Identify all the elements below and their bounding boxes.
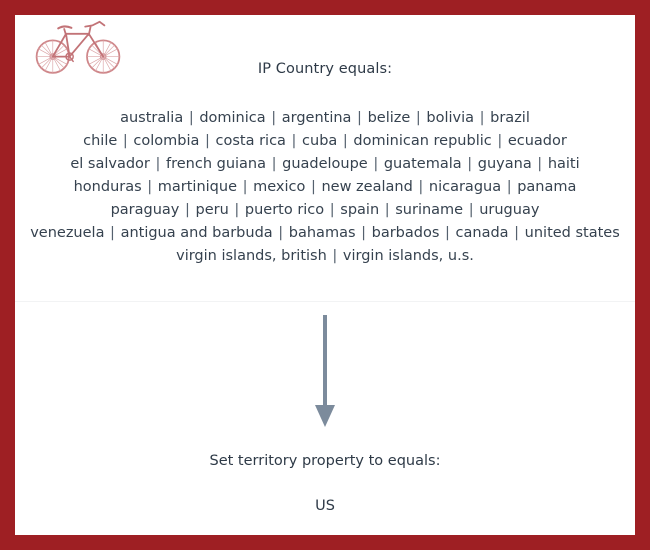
country-separator: | [475, 110, 490, 126]
country-separator: | [267, 156, 282, 172]
country-value: guadeloupe [282, 156, 368, 172]
country-separator: | [306, 179, 321, 195]
country-list: australia | dominica | argentina | beliz… [15, 107, 635, 268]
country-separator: | [413, 179, 428, 195]
country-value: peru [195, 202, 229, 218]
country-value: guatemala [383, 156, 462, 172]
country-value: united states [524, 225, 620, 241]
country-line: honduras | martinique | mexico | new zea… [15, 176, 635, 199]
country-separator: | [142, 179, 157, 195]
country-value: new zealand [321, 179, 413, 195]
country-value: el salvador [70, 156, 150, 172]
country-value: barbados [371, 225, 440, 241]
country-value: colombia [133, 133, 200, 149]
country-separator: | [266, 110, 281, 126]
country-value: puerto rico [244, 202, 325, 218]
country-separator: | [440, 225, 455, 241]
country-value: antigua and barbuda [120, 225, 273, 241]
country-value: paraguay [110, 202, 180, 218]
action-title: Set territory property to equals: [209, 453, 441, 469]
country-value: uruguay [479, 202, 540, 218]
country-separator: | [200, 133, 215, 149]
country-separator: | [286, 133, 302, 149]
country-value: belize [367, 110, 411, 126]
country-value: argentina [281, 110, 352, 126]
country-value: australia [120, 110, 184, 126]
country-value: french guiana [165, 156, 266, 172]
country-separator: | [368, 156, 383, 172]
country-value: haiti [547, 156, 580, 172]
country-value: brazil [490, 110, 530, 126]
downward-arrow-icon [310, 315, 340, 427]
country-value: ecuador [507, 133, 567, 149]
country-value: costa rica [215, 133, 286, 149]
country-separator: | [327, 248, 342, 264]
country-separator: | [532, 156, 547, 172]
country-line: virgin islands, british | virgin islands… [15, 245, 635, 268]
country-separator: | [238, 179, 253, 195]
country-value: guyana [477, 156, 532, 172]
country-separator: | [180, 202, 195, 218]
country-separator: | [184, 110, 199, 126]
country-separator: | [150, 156, 165, 172]
country-value: dominican republic [353, 133, 492, 149]
country-separator: | [352, 110, 367, 126]
country-separator: | [462, 156, 477, 172]
country-separator: | [229, 202, 244, 218]
country-value: martinique [157, 179, 237, 195]
country-value: virgin islands, british [176, 248, 327, 264]
country-separator: | [118, 133, 133, 149]
country-separator: | [325, 202, 340, 218]
country-separator: | [380, 202, 395, 218]
country-value: venezuela [30, 225, 105, 241]
country-value: cuba [302, 133, 338, 149]
country-separator: | [338, 133, 353, 149]
rule-card: IP Country equals: australia | dominica … [15, 15, 635, 535]
condition-title: IP Country equals: [257, 61, 393, 77]
country-value: honduras [73, 179, 142, 195]
country-value: canada [455, 225, 509, 241]
country-separator: | [105, 225, 120, 241]
country-line: venezuela | antigua and barbuda | bahama… [15, 222, 635, 245]
country-value: mexico [253, 179, 306, 195]
country-value: panama [517, 179, 577, 195]
country-value: virgin islands, u.s. [342, 248, 474, 264]
country-line: paraguay | peru | puerto rico | spain | … [15, 199, 635, 222]
country-value: bahamas [288, 225, 356, 241]
country-separator: | [464, 202, 479, 218]
country-line: australia | dominica | argentina | beliz… [15, 107, 635, 130]
country-value: bolivia [426, 110, 475, 126]
country-value: dominica [199, 110, 266, 126]
section-divider [15, 301, 635, 302]
country-value: spain [340, 202, 380, 218]
action-value: US [315, 498, 335, 514]
country-separator: | [411, 110, 426, 126]
country-separator: | [502, 179, 517, 195]
country-separator: | [492, 133, 507, 149]
country-separator: | [273, 225, 288, 241]
country-value: chile [83, 133, 118, 149]
country-value: nicaragua [428, 179, 502, 195]
country-line: el salvador | french guiana | guadeloupe… [15, 153, 635, 176]
country-value: suriname [395, 202, 464, 218]
country-separator: | [356, 225, 371, 241]
country-line: chile | colombia | costa rica | cuba | d… [15, 130, 635, 153]
country-separator: | [509, 225, 524, 241]
